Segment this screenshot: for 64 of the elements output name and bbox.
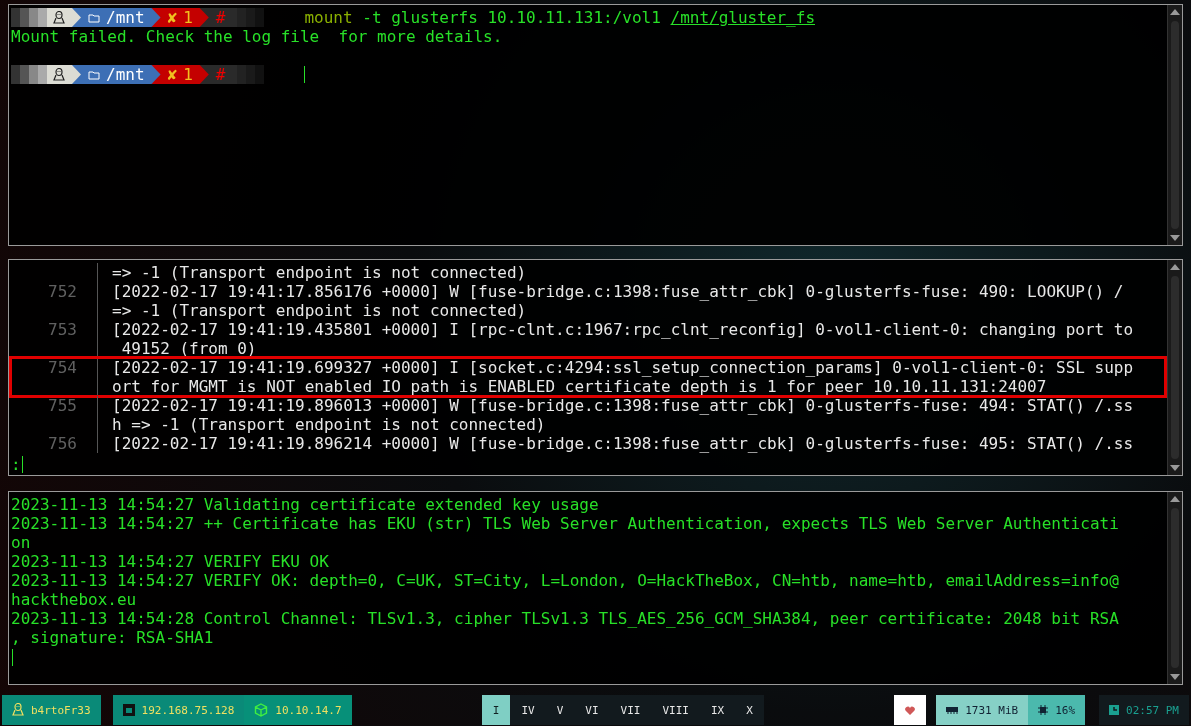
clock-icon — [1109, 705, 1119, 715]
line-number: 755 — [48, 396, 77, 415]
text-cursor — [12, 649, 13, 666]
log-line: [2022-02-17 19:41:19.699327 +0000] I [socket.c:4294:ssl_setup_connection_params] 0-vol1-client-0: SSL supp — [112, 358, 1134, 377]
command-line: mount -t glusterfs 10.10.11.131:/vol1 /mnt/gluster_fs — [303, 8, 815, 27]
workspace-button[interactable]: V — [545, 695, 575, 725]
line-number: 754 — [48, 358, 77, 377]
prompt-fade-drawing — [11, 65, 47, 84]
prompt-fade-drawing — [237, 65, 265, 84]
exit-code: 1 — [183, 65, 193, 84]
log-line: ort for MGMT is NOT enabled IO path is ENABLED certificate depth is 1 for peer 10.10.11.131:24007 — [112, 377, 1047, 396]
log-line: 49152 (from 0) — [120, 339, 257, 358]
log-line: 2023-11-13 14:54:27 VERIFY OK: depth=0, C=UK, ST=City, L=London, O=HackTheBox, CN=htb, name=htb, emailAddress=info@ — [11, 571, 1120, 590]
log-line: hackthebox.eu — [11, 590, 138, 609]
log-line: on — [11, 533, 32, 552]
line-number: 756 — [48, 434, 77, 453]
error-mark: ✘ — [167, 8, 178, 27]
log-line: 2023-11-13 14:54:27 Validating certificate extended key usage — [11, 495, 600, 514]
memory-widget[interactable]: 1731 MiB — [936, 695, 1029, 725]
memory-icon — [946, 706, 959, 714]
heart-button[interactable] — [894, 695, 927, 725]
scrollbar[interactable] — [1167, 260, 1182, 475]
workspace-button[interactable]: X — [735, 695, 764, 725]
line-number: 753 — [48, 320, 77, 339]
workspace-button[interactable]: IV — [510, 695, 546, 725]
prompt-path: /mnt — [106, 8, 145, 27]
heart-icon — [905, 705, 916, 715]
workspace-button[interactable]: IX — [700, 695, 736, 725]
log-line: 2023-11-13 14:54:27 VERIFY EKU OK — [11, 552, 330, 571]
prompt-fade-drawing — [237, 8, 265, 27]
log-line: => -1 (Transport endpoint is not connected) — [112, 301, 527, 320]
scrollbar[interactable] — [1167, 492, 1182, 684]
cpu-widget[interactable]: 16% — [1028, 695, 1085, 725]
log-line: [2022-02-17 19:41:19.896214 +0000] W [fuse-bridge.c:1398:fuse_attr_cbk] 0-glusterfs-fuse: 495: STAT() /.ss — [112, 434, 1134, 453]
log-line: 2023-11-13 14:54:27 ++ Certificate has EKU (str) TLS Web Server Authentication, expects TLS Web Server Authenticati — [11, 514, 1120, 533]
prompt-fade-drawing — [11, 8, 47, 27]
line-number: 752 — [48, 282, 77, 301]
log-line: h => -1 (Transport endpoint is not connected) — [112, 415, 546, 434]
command-output: Mount failed. Check the log file for more details. — [11, 27, 504, 46]
workspace-button[interactable]: VI — [574, 695, 610, 725]
pager-prompt: : — [11, 455, 21, 474]
log-line: 2023-11-13 14:54:28 Control Channel: TLSv1.3, cipher TLSv1.3 TLS_AES_256_GCM_SHA384, peer certificate: 2048 bit RSA — [11, 609, 1120, 628]
scrollbar[interactable] — [1167, 5, 1182, 245]
prompt-path: /mnt — [106, 65, 145, 84]
workspace-button[interactable]: VIII — [651, 695, 700, 725]
cube-icon — [254, 703, 269, 717]
log-line: [2022-02-17 19:41:19.435801 +0000] I [rpc-clnt.c:1967:rpc_clnt_reconfig] 0-vol1-client-0: changing port to — [112, 320, 1134, 339]
penguin-icon — [53, 10, 65, 25]
error-mark: ✘ — [167, 65, 178, 84]
workspace-button[interactable]: VII — [609, 695, 652, 725]
exit-code: 1 — [183, 8, 193, 27]
folder-icon — [88, 69, 100, 80]
log-line: , signature: RSA-SHA1 — [11, 628, 215, 647]
workspace-button[interactable]: I — [481, 695, 511, 725]
network-port-icon — [122, 704, 135, 716]
folder-icon — [88, 12, 100, 23]
log-line: => -1 (Transport endpoint is not connected) — [112, 263, 527, 282]
text-cursor — [21, 456, 23, 473]
chip-icon — [1038, 705, 1049, 715]
clock-widget[interactable]: 02:57 PM — [1099, 695, 1189, 725]
log-line: [2022-02-17 19:41:19.896013 +0000] W [fuse-bridge.c:1398:fuse_attr_cbk] 0-glusterfs-fuse: 494: STAT() /.ss — [112, 396, 1134, 415]
log-line: [2022-02-17 19:41:17.856176 +0000] W [fuse-bridge.c:1398:fuse_attr_cbk] 0-glusterfs-fuse: 490: LOOKUP() / — [112, 282, 1124, 301]
penguin-icon — [53, 67, 65, 82]
penguin-icon — [12, 703, 24, 717]
